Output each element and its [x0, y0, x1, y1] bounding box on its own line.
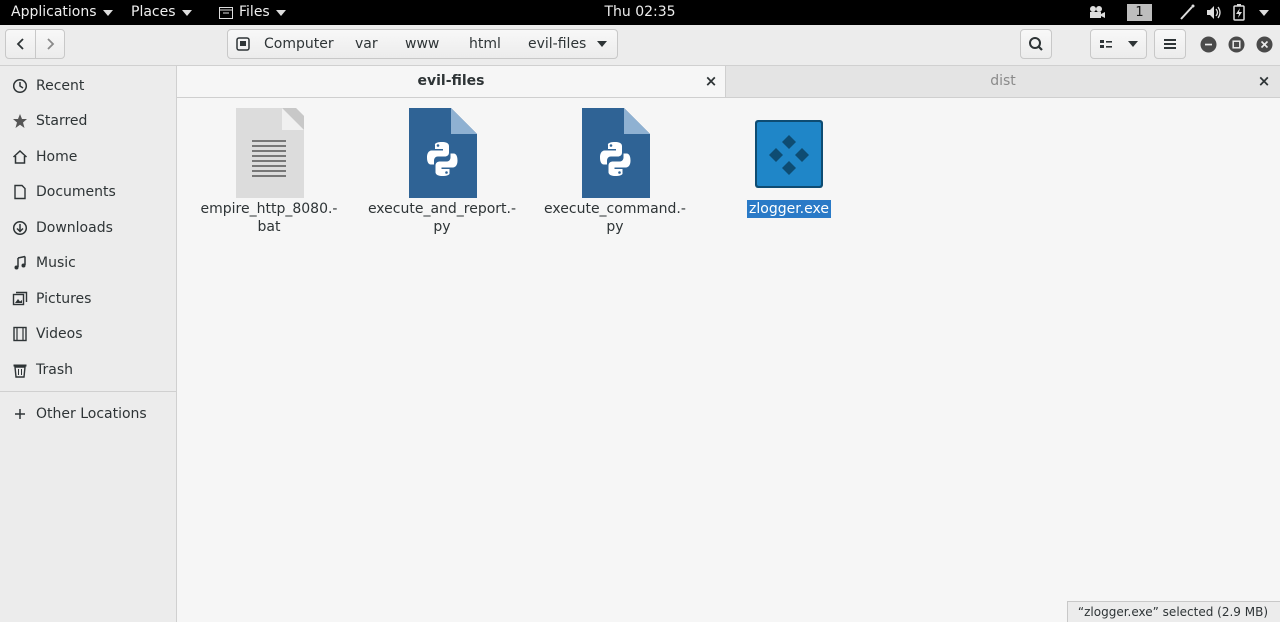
close-tab-icon[interactable]: × [701, 66, 721, 97]
path-computer[interactable]: Computer [264, 30, 334, 58]
sidebar-item-other-locations[interactable]: Other Locations [0, 397, 176, 431]
tab-label: evil-files [417, 73, 485, 89]
sidebar-item-label: Music [36, 255, 76, 271]
files-app-menu[interactable]: Files [219, 0, 286, 25]
places-menu[interactable]: Places [131, 0, 192, 25]
forward-button[interactable] [36, 30, 65, 58]
sidebar-item-label: Pictures [36, 291, 92, 307]
status-bar: “zlogger.exe” selected (2.9 MB) [1066, 601, 1280, 622]
sidebar-item-documents[interactable]: Documents [0, 175, 176, 209]
tab-label: dist [990, 73, 1016, 89]
minimize-button[interactable] [1200, 36, 1217, 53]
battery-icon[interactable] [1233, 4, 1245, 21]
sidebar-item-label: Videos [36, 326, 83, 342]
trash-icon [13, 364, 27, 378]
star-icon [13, 114, 27, 128]
applications-label: Applications [11, 4, 97, 20]
search-button[interactable] [1020, 29, 1052, 59]
text-file-icon [236, 108, 304, 198]
music-icon [14, 255, 26, 270]
sidebar-item-label: Recent [36, 78, 85, 94]
menu-button[interactable] [1154, 29, 1186, 59]
exe-file-icon [755, 120, 823, 188]
navigation-buttons [5, 29, 65, 59]
chevron-down-icon [275, 9, 286, 16]
pen-icon[interactable] [1179, 4, 1195, 21]
path-evil-files[interactable]: evil-files [528, 30, 586, 58]
search-icon [1029, 37, 1043, 51]
hamburger-menu-icon [1164, 39, 1176, 49]
file-view: empire_http_8080.- bat execute_and_report… [177, 98, 1280, 622]
back-icon [16, 38, 24, 50]
sidebar-item-label: Documents [36, 184, 116, 200]
view-options-button[interactable] [1090, 29, 1147, 59]
sidebar-item-videos[interactable]: Videos [0, 317, 176, 351]
sidebar-item-trash[interactable]: Trash [0, 353, 176, 387]
document-icon [14, 184, 26, 200]
path-dropdown-icon[interactable] [597, 41, 607, 47]
chevron-down-icon [102, 9, 113, 16]
tab-dist[interactable]: dist [726, 66, 1280, 97]
python-file-icon [409, 108, 477, 198]
sidebar-separator [0, 391, 176, 392]
top-bar: Applications Places Files Thu 02:35 1 [0, 0, 1280, 25]
sidebar-item-starred[interactable]: Starred [0, 104, 176, 138]
forward-icon [47, 38, 55, 50]
file-name: execute_and_report.- py [367, 201, 517, 235]
sidebar: Recent Starred Home Documents Downloads … [0, 66, 177, 622]
sidebar-item-music[interactable]: Music [0, 246, 176, 280]
path-www[interactable]: www [405, 30, 439, 58]
sidebar-item-pictures[interactable]: Pictures [0, 282, 176, 316]
tab-evil-files[interactable]: evil-files [177, 66, 726, 97]
places-label: Places [131, 4, 176, 20]
chevron-down-icon [181, 9, 192, 16]
path-html[interactable]: html [469, 30, 501, 58]
file-name: execute_command.- py [544, 201, 686, 235]
sidebar-item-label: Home [36, 149, 78, 165]
path-var[interactable]: var [355, 30, 378, 58]
sidebar-item-home[interactable]: Home [0, 140, 176, 174]
plus-icon [15, 409, 25, 419]
close-tab-icon[interactable]: × [1254, 66, 1274, 97]
files-icon [219, 6, 233, 19]
computer-icon [236, 37, 250, 51]
file-name: zlogger.exe [747, 200, 831, 218]
list-view-icon [1100, 40, 1112, 48]
maximize-button[interactable] [1228, 36, 1245, 53]
sidebar-item-label: Starred [36, 113, 88, 129]
path-bar: Computer var www html evil-files [227, 29, 618, 59]
clock[interactable]: Thu 02:35 [604, 4, 675, 20]
volume-icon[interactable] [1206, 4, 1222, 21]
sidebar-item-label: Trash [36, 362, 73, 378]
python-file-icon [582, 108, 650, 198]
camera-icon[interactable] [1088, 4, 1106, 21]
videos-icon [13, 326, 27, 342]
clock-icon [12, 78, 28, 94]
pictures-icon [12, 291, 28, 306]
download-icon [12, 220, 28, 236]
file-name: empire_http_8080.- bat [200, 201, 338, 235]
tab-bar: evil-files × dist × [177, 66, 1280, 98]
sidebar-item-label: Downloads [36, 220, 113, 236]
sidebar-item-label: Other Locations [36, 406, 147, 422]
sidebar-item-downloads[interactable]: Downloads [0, 211, 176, 245]
system-menu-chevron-icon[interactable] [1259, 10, 1269, 16]
header-bar: Computer var www html evil-files [0, 25, 1280, 66]
sidebar-item-recent[interactable]: Recent [0, 69, 176, 103]
close-window-button[interactable] [1256, 36, 1273, 53]
home-icon [12, 149, 28, 164]
applications-menu[interactable]: Applications [11, 0, 113, 25]
workspace-indicator[interactable]: 1 [1127, 4, 1152, 21]
chevron-down-icon [1128, 41, 1138, 47]
files-label: Files [239, 4, 270, 20]
back-button[interactable] [6, 30, 36, 58]
